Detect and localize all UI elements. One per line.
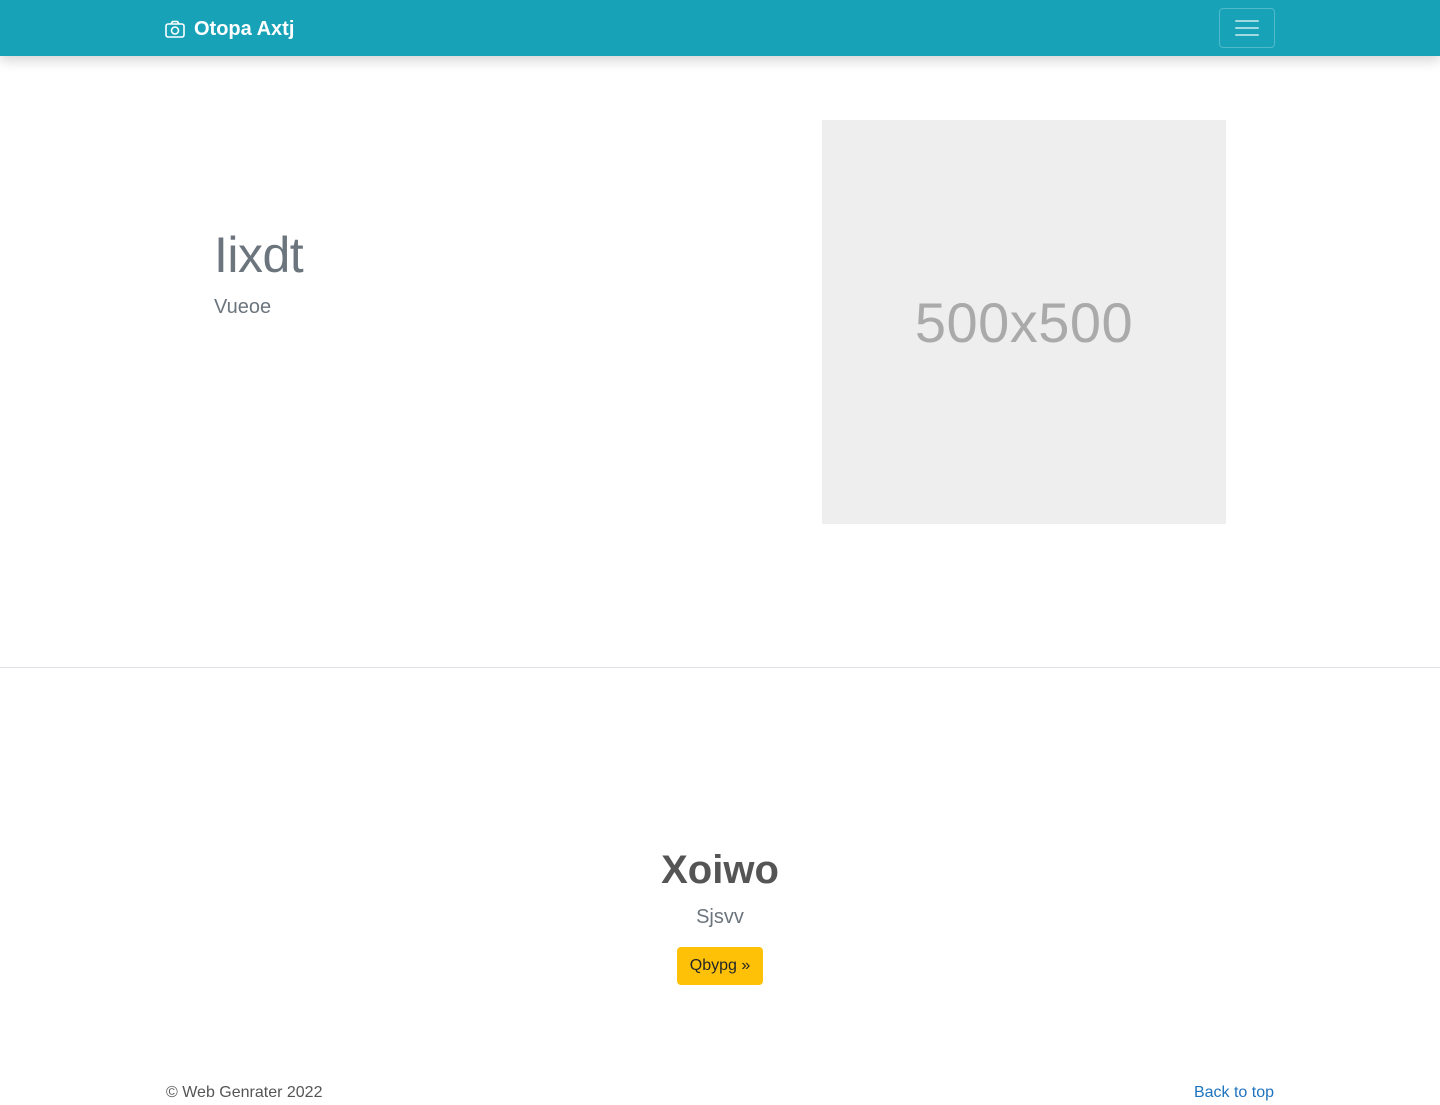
navbar-toggle-button[interactable]: [1219, 8, 1275, 48]
hero-subtitle: Vueoe: [214, 296, 272, 318]
hero-title: Iixdt: [214, 227, 304, 283]
top-navbar: Otopa Axtj: [0, 0, 1440, 56]
section-subtitle: Sjsvv: [696, 906, 744, 928]
brand-text: Otopa Axtj: [194, 17, 295, 40]
section-title: Xoiwo: [661, 848, 779, 892]
copyright-text: © Web Genrater 2022: [166, 1084, 323, 1101]
hero-placeholder-image: 500x500: [822, 120, 1226, 524]
back-to-top-link[interactable]: Back to top: [1194, 1084, 1274, 1102]
placeholder-label: 500x500: [914, 290, 1134, 354]
cta-button[interactable]: Qbypg »: [677, 947, 763, 985]
feature-section: Xoiwo Sjsvv Qbypg »: [0, 668, 1440, 1048]
camera-icon: [164, 18, 186, 40]
page-footer: © Web Genrater 2022 Back to top: [0, 1080, 1440, 1105]
hamburger-menu-icon: [1234, 18, 1260, 38]
brand-link[interactable]: Otopa Axtj: [164, 16, 294, 42]
hero-section: Iixdt Vueoe 500x500: [0, 56, 1440, 668]
